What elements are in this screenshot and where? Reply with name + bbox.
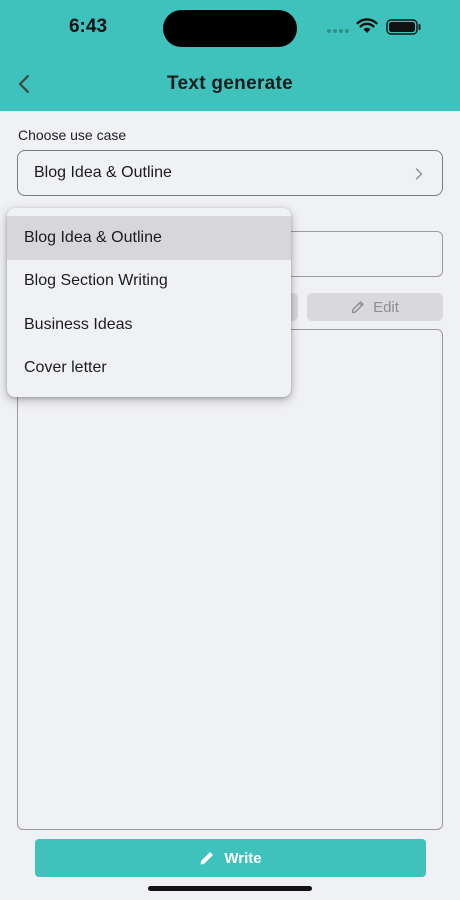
app-header: 6:43 Text generate — [0, 0, 460, 111]
cellular-signal-icon — [327, 29, 349, 35]
pencil-icon — [351, 301, 364, 314]
use-case-dropdown-menu: Blog Idea & Outline Blog Section Writing… — [7, 208, 291, 397]
edit-button-label: Edit — [373, 298, 399, 316]
write-button-label: Write — [224, 849, 262, 867]
dropdown-item-blog-idea-outline[interactable]: Blog Idea & Outline — [7, 216, 291, 260]
output-text-area[interactable] — [17, 329, 443, 830]
home-indicator — [148, 886, 312, 891]
battery-icon — [386, 19, 421, 35]
edit-button[interactable]: Edit — [307, 293, 443, 321]
write-button[interactable]: Write — [35, 839, 426, 877]
dynamic-island — [163, 10, 297, 47]
dropdown-item-business-ideas[interactable]: Business Ideas — [7, 303, 291, 347]
use-case-select[interactable]: Blog Idea & Outline — [17, 150, 443, 196]
use-case-selected-value: Blog Idea & Outline — [34, 164, 172, 181]
dropdown-item-cover-letter[interactable]: Cover letter — [7, 347, 291, 391]
wifi-icon — [356, 18, 378, 33]
page-title: Text generate — [166, 73, 294, 94]
pencil-icon — [200, 852, 214, 865]
status-time: 6:43 — [68, 16, 108, 37]
use-case-label: Choose use case — [18, 127, 127, 143]
chevron-right-icon — [415, 168, 423, 180]
dropdown-item-blog-section-writing[interactable]: Blog Section Writing — [7, 260, 291, 304]
